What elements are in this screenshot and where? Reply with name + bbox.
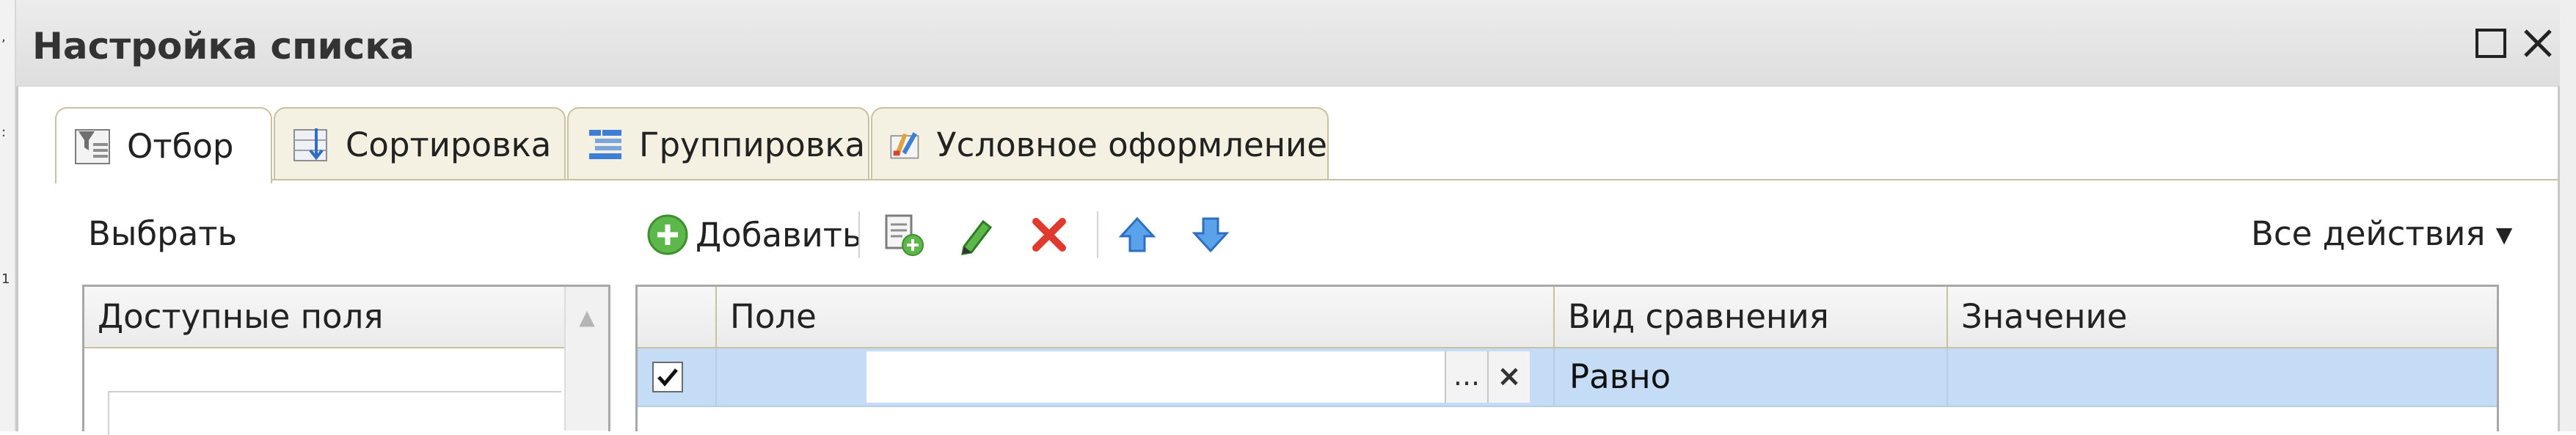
background-window-edge: , : 1 (0, 0, 16, 431)
field-input[interactable] (866, 351, 1445, 403)
scroll-up-arrow-icon[interactable]: ▲ (566, 287, 608, 347)
row-checkbox-cell (638, 348, 717, 406)
background-window-edge-right (2560, 0, 2576, 431)
toolbar-separator (1097, 211, 1098, 258)
available-fields-panel: Доступные поля ▲ (82, 285, 610, 435)
edge-mark: , (1, 29, 6, 45)
add-icon (647, 214, 688, 255)
field-cell[interactable]: ... × (717, 348, 1555, 406)
table-row[interactable]: ... × Равно (638, 348, 2497, 407)
available-fields-header-label: Доступные поля (98, 297, 384, 336)
maximize-button[interactable] (2474, 26, 2508, 60)
tab-grouping[interactable]: Группировка (567, 107, 869, 180)
filter-table-header: Поле Вид сравнения Значение (638, 287, 2497, 348)
add-button[interactable]: Добавить (646, 205, 862, 264)
add-button-label: Добавить (696, 215, 862, 255)
title-bar: Настройка списка (16, 0, 2560, 87)
tab-filter-label: Отбор (127, 126, 234, 166)
add-group-button[interactable] (880, 205, 927, 264)
column-header-checkbox (638, 287, 717, 347)
value-cell[interactable] (1948, 348, 2497, 406)
available-fields-scrollbar[interactable]: ▲ (564, 287, 608, 431)
filter-table: Поле Вид сравнения Значение ... × Равно (635, 285, 2499, 431)
tab-strip: Отбор Сортировка Группировка Условное оф… (16, 107, 2560, 183)
column-header-field[interactable]: Поле (717, 287, 1555, 347)
tab-sort-label: Сортировка (346, 125, 552, 164)
move-down-icon (1192, 217, 1230, 253)
tab-panel-border (271, 179, 2560, 180)
edit-icon (961, 219, 993, 255)
add-group-icon (885, 214, 924, 256)
sort-icon (293, 128, 327, 161)
delete-button[interactable] (1027, 205, 1071, 264)
edge-mark: : (1, 125, 7, 140)
select-label[interactable]: Выбрать (88, 213, 237, 255)
delete-icon (1032, 218, 1066, 252)
available-fields-header: Доступные поля (84, 287, 608, 348)
field-clear-button[interactable]: × (1487, 351, 1530, 403)
column-header-value[interactable]: Значение (1948, 287, 2497, 347)
filter-icon (75, 129, 110, 164)
all-actions-menu[interactable]: Все действия ▾ (2251, 213, 2512, 255)
field-select-button[interactable]: ... (1445, 351, 1487, 403)
tab-conditional-format[interactable]: Условное оформление (871, 107, 1329, 180)
window-title: Настройка списка (32, 25, 415, 67)
move-down-button[interactable] (1189, 205, 1233, 264)
tab-filter[interactable]: Отбор (55, 107, 272, 183)
tab-conditional-format-label: Условное оформление (936, 125, 1327, 164)
column-header-comparison[interactable]: Вид сравнения (1555, 287, 1948, 347)
close-button[interactable] (2521, 26, 2555, 60)
edit-button[interactable] (954, 205, 998, 264)
close-icon (2524, 29, 2552, 57)
tab-sort[interactable]: Сортировка (274, 107, 566, 180)
edge-mark: 1 (1, 271, 10, 287)
conditional-format-icon (890, 132, 919, 159)
grouping-icon (589, 130, 621, 159)
tab-grouping-label: Группировка (639, 125, 866, 164)
comparison-cell[interactable]: Равно (1555, 348, 1948, 406)
move-up-button[interactable] (1115, 205, 1159, 264)
maximize-icon (2475, 29, 2506, 58)
comparison-value: Равно (1569, 357, 1671, 396)
available-fields-tree[interactable] (108, 391, 561, 435)
checkmark-icon (657, 368, 678, 387)
row-enabled-checkbox[interactable] (652, 362, 683, 392)
move-up-icon (1118, 216, 1156, 252)
toolbar-separator (858, 211, 860, 258)
